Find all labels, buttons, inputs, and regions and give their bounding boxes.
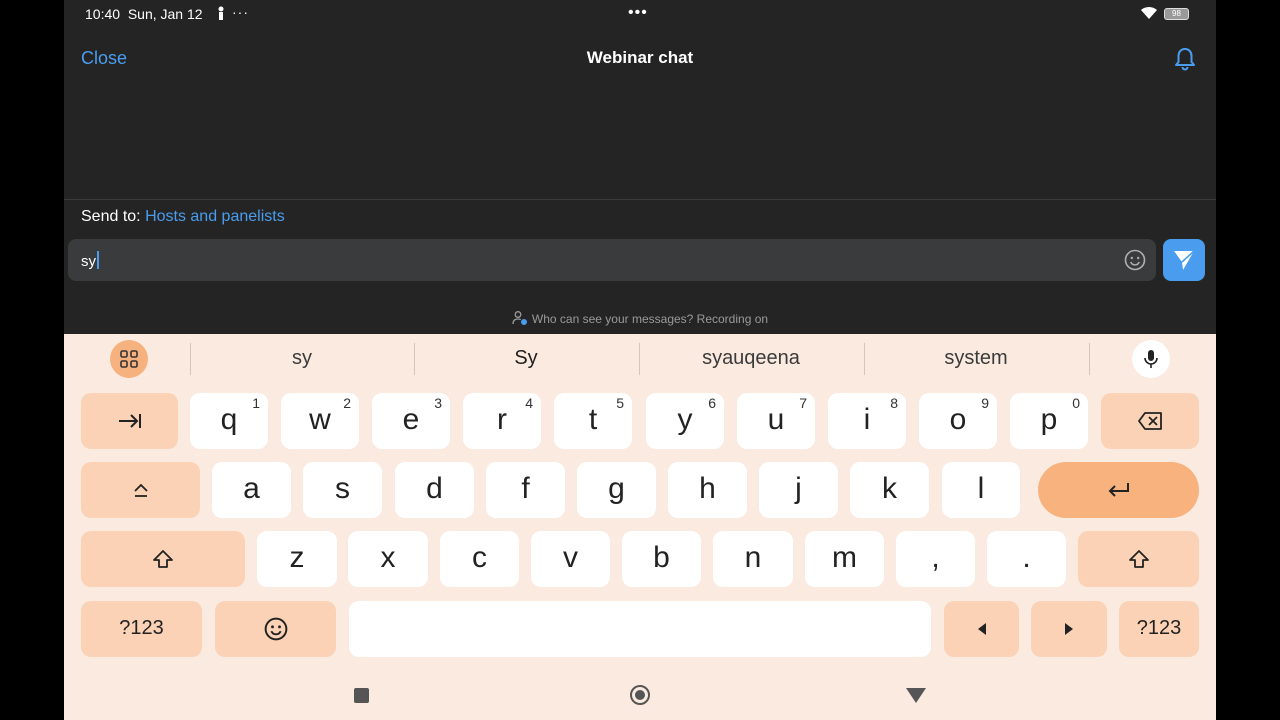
key-f[interactable]: f	[486, 462, 565, 518]
suggestion-3[interactable]: syauqeena	[639, 347, 863, 370]
symbols-key-left[interactable]: ?123	[81, 601, 202, 657]
keyboard-apps-button[interactable]	[110, 340, 148, 378]
enter-icon	[1108, 483, 1129, 497]
grid-icon	[120, 350, 138, 368]
space-key[interactable]	[349, 601, 931, 657]
cursor-left-key[interactable]	[944, 601, 1019, 657]
key-p[interactable]: p0	[1010, 393, 1088, 449]
voice-input-button[interactable]	[1132, 340, 1170, 378]
person-visibility-icon	[512, 311, 527, 325]
key-d[interactable]: d	[395, 462, 474, 518]
tab-key[interactable]	[81, 393, 178, 449]
text-caret	[97, 251, 99, 269]
emoji-icon	[264, 617, 287, 641]
suggestion-1[interactable]: sy	[190, 347, 414, 370]
key-b[interactable]: b	[622, 531, 701, 587]
send-icon	[1174, 250, 1195, 270]
key-r[interactable]: r4	[463, 393, 541, 449]
key-j[interactable]: j	[759, 462, 838, 518]
backspace-key[interactable]	[1101, 393, 1199, 449]
multitask-handle-icon[interactable]: •••	[628, 4, 648, 22]
triangle-right-icon	[1065, 622, 1073, 635]
key-l[interactable]: l	[942, 462, 1020, 518]
home-icon[interactable]	[630, 685, 650, 705]
privacy-note-text: Who can see your messages? Recording on	[531, 312, 769, 326]
emoji-key[interactable]	[215, 601, 336, 657]
battery-icon: 98	[1164, 8, 1189, 20]
divider	[64, 199, 1216, 200]
key-t[interactable]: t5	[554, 393, 632, 449]
wifi-icon	[1141, 6, 1157, 19]
close-button[interactable]: Close	[81, 48, 127, 69]
key-y[interactable]: y6	[646, 393, 724, 449]
privacy-note[interactable]: Who can see your messages? Recording on	[64, 310, 1216, 326]
key-n[interactable]: n	[713, 531, 793, 587]
page-title: Webinar chat	[586, 48, 694, 67]
bell-icon[interactable]	[1172, 46, 1198, 72]
emoji-icon[interactable]	[1124, 249, 1146, 271]
send-button[interactable]	[1163, 239, 1205, 281]
key-c[interactable]: c	[440, 531, 519, 587]
key-w[interactable]: w2	[281, 393, 359, 449]
status-date: Sun, Jan 12	[127, 6, 203, 22]
suggestion-divider	[1089, 343, 1090, 375]
tab-icon	[118, 413, 141, 428]
key-z[interactable]: z	[257, 531, 337, 587]
person-icon	[218, 6, 224, 20]
key-comma[interactable]: ,	[896, 531, 975, 587]
app-screen: 10:40 Sun, Jan 12 ··· ••• 98 Webinar cha…	[64, 0, 1216, 720]
message-input-value: sy	[81, 253, 96, 270]
key-h[interactable]: h	[668, 462, 747, 518]
status-time-date: 10:40 Sun, Jan 12	[85, 6, 203, 22]
key-q[interactable]: q1	[190, 393, 268, 449]
send-to-row: Send to: Hosts and panelists	[81, 208, 285, 226]
backspace-icon	[1138, 411, 1162, 430]
status-bar: 10:40 Sun, Jan 12 ··· ••• 98	[64, 0, 1216, 28]
key-g[interactable]: g	[577, 462, 656, 518]
back-icon[interactable]	[906, 688, 926, 703]
message-input-text[interactable]: sy	[81, 251, 99, 270]
key-i[interactable]: i8	[828, 393, 906, 449]
caps-lock-key[interactable]	[81, 462, 200, 518]
soft-keyboard: sy Sy syauqeena system q1 w2 e3 r4 t5 y …	[64, 334, 1216, 720]
key-o[interactable]: o9	[919, 393, 997, 449]
enter-key[interactable]	[1038, 462, 1199, 518]
key-e[interactable]: e3	[372, 393, 450, 449]
symbols-key-right[interactable]: ?123	[1119, 601, 1199, 657]
status-more-icon: ···	[232, 4, 249, 20]
system-nav-bar	[64, 670, 1216, 720]
triangle-left-icon	[977, 622, 986, 635]
recents-icon[interactable]	[354, 688, 369, 703]
key-s[interactable]: s	[303, 462, 382, 518]
key-m[interactable]: m	[805, 531, 884, 587]
send-to-target-link[interactable]: Hosts and panelists	[145, 208, 285, 225]
key-x[interactable]: x	[348, 531, 428, 587]
send-to-label: Send to:	[81, 208, 141, 225]
suggestion-bar: sy Sy syauqeena system	[64, 334, 1216, 384]
suggestion-2[interactable]: Sy	[414, 347, 638, 370]
suggestion-4[interactable]: system	[864, 347, 1088, 370]
message-input[interactable]: sy	[68, 239, 1156, 281]
shift-icon	[153, 549, 173, 568]
cursor-right-key[interactable]	[1031, 601, 1107, 657]
status-time: 10:40	[85, 6, 121, 22]
shift-icon	[1128, 549, 1149, 568]
key-period[interactable]: .	[987, 531, 1066, 587]
microphone-icon	[1144, 350, 1158, 368]
shift-key-right[interactable]	[1078, 531, 1199, 587]
caps-lock-icon	[133, 483, 148, 497]
key-k[interactable]: k	[850, 462, 929, 518]
shift-key-left[interactable]	[81, 531, 245, 587]
key-v[interactable]: v	[531, 531, 610, 587]
chat-header: Webinar chat Close	[64, 36, 1216, 80]
key-a[interactable]: a	[212, 462, 291, 518]
key-u[interactable]: u7	[737, 393, 815, 449]
